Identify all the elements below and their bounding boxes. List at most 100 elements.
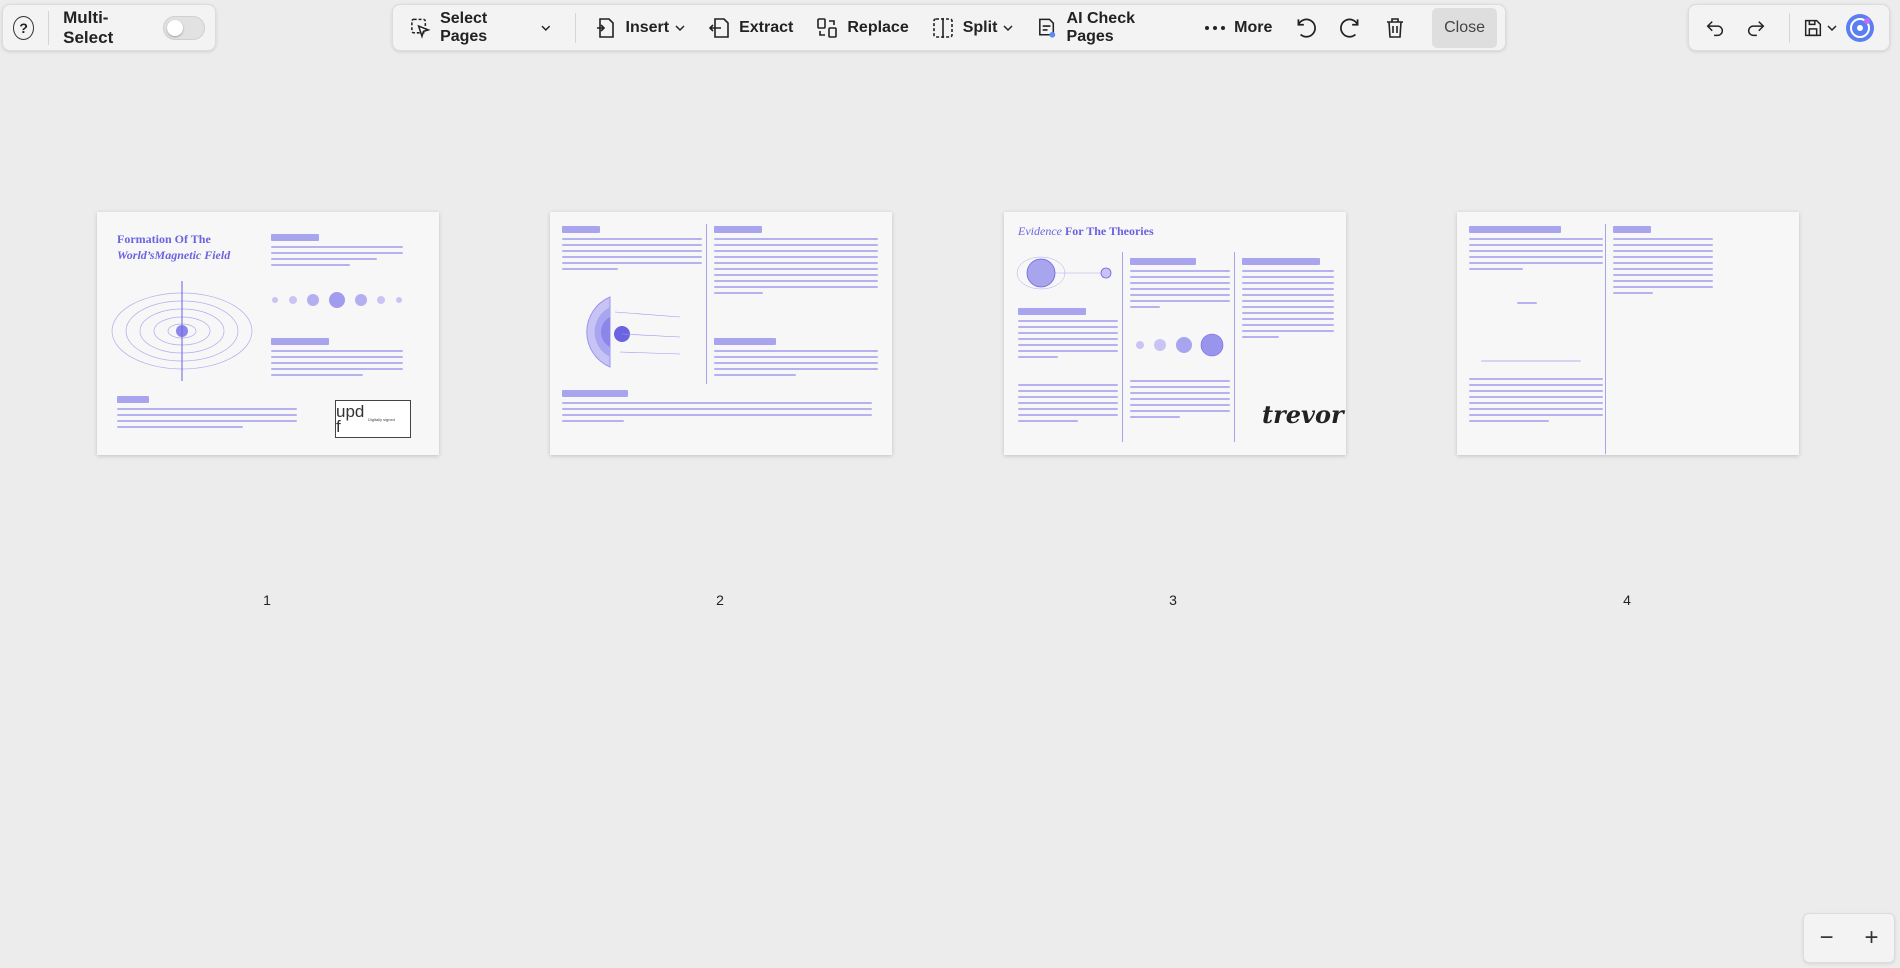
text-block xyxy=(1242,270,1334,342)
extract-page-icon xyxy=(708,17,729,38)
more-button[interactable]: More xyxy=(1196,9,1280,47)
split-button[interactable]: Split xyxy=(923,9,1022,47)
page-subtitle: World’sMagnetic Field xyxy=(117,248,231,262)
text-block xyxy=(1130,380,1230,422)
section-tag xyxy=(714,226,762,233)
extract-button[interactable]: Extract xyxy=(699,9,801,47)
planets-row xyxy=(272,292,402,308)
chevron-down-icon xyxy=(541,25,551,31)
page-thumbnail-2[interactable] xyxy=(550,212,892,455)
page-title: Formation Of The xyxy=(117,232,211,246)
column-divider xyxy=(1122,252,1123,442)
page-number-4: 4 xyxy=(1623,592,1631,608)
text-block xyxy=(117,408,297,432)
delete-button[interactable] xyxy=(1376,9,1415,47)
section-tag xyxy=(1613,226,1651,233)
page-thumbnail-3[interactable]: Evidence For The Theories trevor xyxy=(1004,212,1346,455)
text-block xyxy=(1018,384,1118,426)
section-tag xyxy=(117,396,149,403)
text-block xyxy=(562,402,872,426)
page-thumbnail-1[interactable]: Formation Of The World’sMagnetic Field u… xyxy=(97,212,439,455)
text-block xyxy=(1469,378,1603,426)
ai-assistant-button[interactable] xyxy=(1845,9,1875,47)
section-tag xyxy=(1242,258,1320,265)
section-tag xyxy=(1469,226,1561,233)
page-thumbnail-4[interactable] xyxy=(1457,212,1799,455)
rotate-left-icon xyxy=(1297,18,1316,38)
text-block xyxy=(1517,302,1537,308)
split-icon xyxy=(932,17,953,38)
planets-row xyxy=(1136,333,1224,357)
text-block xyxy=(1613,238,1713,298)
divider xyxy=(48,10,50,45)
trash-icon xyxy=(1386,17,1403,38)
text-block xyxy=(271,246,403,270)
rotate-right-button[interactable] xyxy=(1331,9,1370,47)
page-title: Evidence For The Theories xyxy=(1018,224,1154,239)
save-options-dropdown[interactable] xyxy=(1825,9,1839,47)
insert-label: Insert xyxy=(625,18,670,36)
divider xyxy=(1789,12,1791,43)
zoom-in-button[interactable]: + xyxy=(1857,924,1887,952)
text-block xyxy=(562,238,702,274)
column-divider xyxy=(706,224,707,384)
chevron-down-icon xyxy=(1003,24,1013,31)
text-block xyxy=(271,350,403,380)
text-block xyxy=(1018,320,1118,362)
stamp-meta: Digitally signed xyxy=(368,416,395,422)
divider xyxy=(574,12,576,43)
text-block xyxy=(1469,238,1603,274)
text-block xyxy=(714,238,878,298)
ai-check-pages-button[interactable]: AI Check Pages xyxy=(1027,9,1190,47)
insert-page-icon xyxy=(596,17,614,38)
split-label: Split xyxy=(962,18,998,36)
replace-icon xyxy=(817,17,838,38)
section-tag xyxy=(271,338,329,345)
magnetic-field-diagram xyxy=(111,281,253,381)
ai-check-pages-label: AI Check Pages xyxy=(1066,9,1135,45)
more-dots-icon xyxy=(1205,25,1226,30)
replace-button[interactable]: Replace xyxy=(807,9,916,47)
insert-button[interactable]: Insert xyxy=(586,9,694,47)
save-button[interactable] xyxy=(1800,9,1825,47)
digital-signature-stamp: upd f Digitally signed xyxy=(335,400,411,438)
page-number-2: 2 xyxy=(716,592,724,608)
title-italic: Evidence xyxy=(1018,224,1062,238)
multi-select-bar: ? Multi-Select xyxy=(2,4,216,51)
undo-button[interactable] xyxy=(1697,9,1732,47)
multi-select-toggle[interactable] xyxy=(162,15,205,40)
page-number-1: 1 xyxy=(263,592,271,608)
rotate-left-button[interactable] xyxy=(1286,9,1325,47)
more-label: More xyxy=(1234,18,1273,36)
replace-label: Replace xyxy=(847,18,909,36)
tidal-forces-diagram xyxy=(1016,256,1112,290)
close-button[interactable]: Close xyxy=(1432,7,1498,48)
extract-label: Extract xyxy=(739,18,794,36)
text-block xyxy=(1130,270,1230,312)
section-tag xyxy=(1130,258,1196,265)
undo-icon xyxy=(1706,20,1723,36)
text-block xyxy=(1481,360,1581,366)
signature: trevor xyxy=(1262,400,1344,429)
main-toolbar: Select Pages Insert Extract Replace Spli… xyxy=(392,4,1506,51)
rotate-right-icon xyxy=(1340,18,1359,38)
column-divider xyxy=(1234,252,1235,442)
text-block xyxy=(714,350,878,380)
ai-assistant-icon xyxy=(1846,13,1874,42)
page-number-3: 3 xyxy=(1169,592,1177,608)
cursor-select-icon xyxy=(411,18,431,39)
help-icon[interactable]: ? xyxy=(13,15,35,40)
ai-check-icon xyxy=(1039,18,1056,38)
chevron-down-icon xyxy=(1827,24,1837,31)
chevron-down-icon xyxy=(675,24,685,31)
section-tag xyxy=(714,338,776,345)
stamp-text: upd f xyxy=(336,402,365,436)
zoom-out-button[interactable]: − xyxy=(1812,924,1842,952)
select-pages-button[interactable]: Select Pages xyxy=(401,9,559,47)
right-toolbar xyxy=(1688,4,1890,51)
redo-icon xyxy=(1747,20,1765,36)
save-icon xyxy=(1804,19,1821,36)
section-tag xyxy=(562,226,600,233)
redo-button[interactable] xyxy=(1738,9,1773,47)
title-rest: For The Theories xyxy=(1064,224,1154,238)
